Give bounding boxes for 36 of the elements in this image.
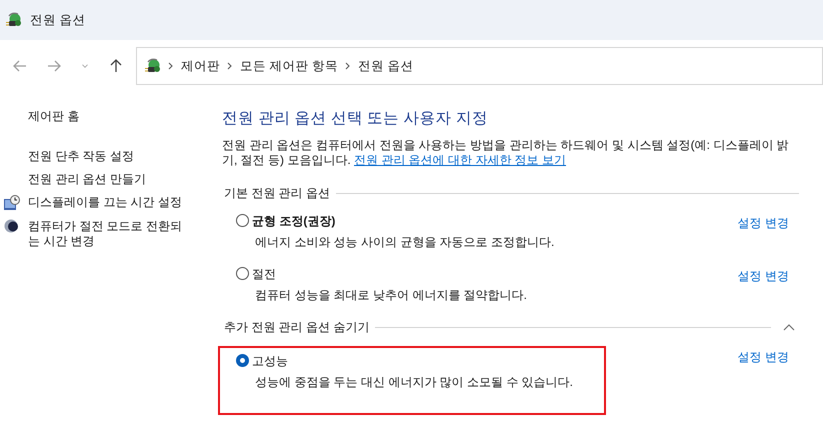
change-settings-link[interactable]: 설정 변경 bbox=[738, 348, 799, 366]
page-heading: 전원 관리 옵션 선택 또는 사용자 지정 bbox=[222, 109, 489, 129]
sidebar-link[interactable]: 전원 단추 작동 설정 bbox=[28, 149, 188, 164]
plan-name: 균형 조정(권장) bbox=[252, 213, 336, 230]
chevron-right-icon bbox=[227, 62, 233, 70]
up-arrow-icon[interactable] bbox=[108, 58, 124, 74]
intro-text: 전원 관리 옵션은 컴퓨터에서 전원을 사용하는 방법을 관리하는 하드웨어 및 시스템 설정(예: 디스플레이 밝기, 절전 등) 모음입니다. 전원 관리 옵션에 대한 자세한 정보 보기 bbox=[222, 138, 790, 168]
radio-button[interactable] bbox=[236, 214, 249, 228]
plan-description: 성능에 중점을 두는 대신 에너지가 많이 소모될 수 있습니다. bbox=[255, 374, 574, 392]
radio-button[interactable] bbox=[236, 354, 249, 368]
power-plug-icon bbox=[145, 58, 161, 74]
plan-description: 에너지 소비와 성능 사이의 균형을 자동으로 조정합니다. bbox=[255, 234, 554, 252]
breadcrumb-item[interactable]: 모든 제어판 항목 bbox=[240, 56, 338, 76]
sidebar-link[interactable]: 전원 관리 옵션 만들기 bbox=[28, 172, 188, 187]
moon-icon bbox=[4, 219, 18, 233]
chevron-right-icon bbox=[168, 62, 174, 70]
radio-button[interactable] bbox=[236, 267, 249, 280]
sidebar-link[interactable]: 컴퓨터가 절전 모드로 전환되는 시간 변경 bbox=[28, 219, 188, 249]
chevron-up-icon[interactable] bbox=[783, 323, 795, 332]
power-plug-icon bbox=[6, 12, 22, 28]
change-settings-link[interactable]: 설정 변경 bbox=[738, 214, 799, 232]
change-settings-link[interactable]: 설정 변경 bbox=[738, 267, 799, 286]
plan-description: 컴퓨터 성능을 최대로 낮추어 에너지를 절약합니다. bbox=[255, 287, 528, 304]
breadcrumb-item[interactable]: 제어판 bbox=[181, 56, 220, 76]
breadcrumb-item[interactable]: 전원 옵션 bbox=[358, 56, 414, 76]
info-link[interactable]: 전원 관리 옵션에 대한 자세한 정보 보기 bbox=[354, 153, 566, 168]
plan-name: 절전 bbox=[252, 266, 277, 284]
address-bar[interactable]: 제어판 모든 제어판 항목 전원 옵션 bbox=[136, 47, 823, 85]
sidebar-link[interactable]: 제어판 홈 bbox=[28, 107, 80, 125]
chevron-right-icon bbox=[344, 62, 351, 70]
section-title: 기본 전원 관리 옵션 bbox=[224, 185, 330, 202]
monitor-clock-icon bbox=[4, 195, 20, 211]
sidebar-link[interactable]: 디스플레이를 끄는 시간 설정 bbox=[28, 195, 188, 210]
plan-name: 고성능 bbox=[252, 353, 289, 370]
window-title: 전원 옵션 bbox=[30, 12, 86, 29]
section-title: 추가 전원 관리 옵션 숨기기 bbox=[224, 319, 370, 336]
